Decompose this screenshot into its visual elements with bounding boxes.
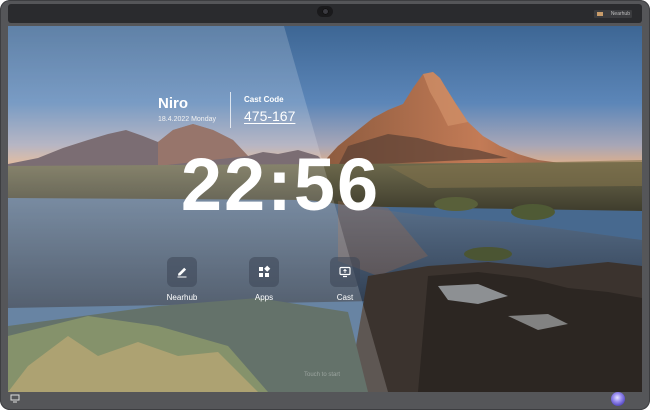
grid-icon: [259, 265, 271, 277]
app-apps[interactable]: Apps: [234, 257, 294, 302]
header-divider: [230, 92, 231, 128]
brand-text: Nearhub: [610, 11, 630, 17]
profile-name: Niro: [158, 95, 188, 112]
touch-hint: Touch to start: [304, 372, 341, 378]
app-label: Cast: [336, 293, 354, 302]
assistant-orb-button[interactable]: [611, 392, 625, 406]
home-screen[interactable]: Niro 18.4.2022 Monday Cast Code 475-167 …: [8, 26, 642, 392]
camera-icon: [317, 6, 333, 17]
app-cast-tile[interactable]: [330, 257, 360, 287]
app-nearhub[interactable]: Nearhub: [152, 257, 212, 302]
app-label: Apps: [254, 293, 274, 302]
brand-badge: Nearhub: [594, 10, 632, 18]
bottom-bezel: [8, 392, 642, 406]
monitor-icon[interactable]: [10, 394, 20, 403]
brand-logo: [597, 12, 603, 16]
clock: 22:56: [180, 143, 381, 226]
app-label: Nearhub: [166, 293, 198, 302]
cast-code-label: Cast Code: [244, 95, 284, 104]
pencil-icon: [177, 267, 187, 278]
profile-date: 18.4.2022 Monday: [158, 116, 216, 123]
app-cast[interactable]: Cast: [315, 257, 375, 302]
app-nearhub-tile[interactable]: [167, 257, 197, 287]
cast-code-value[interactable]: 475-167: [244, 108, 295, 124]
app-apps-tile[interactable]: [249, 257, 279, 287]
cast-icon: [339, 266, 351, 278]
display-device: Nearhub Niro 18.4.2022 Monday Cast Code …: [0, 0, 650, 410]
